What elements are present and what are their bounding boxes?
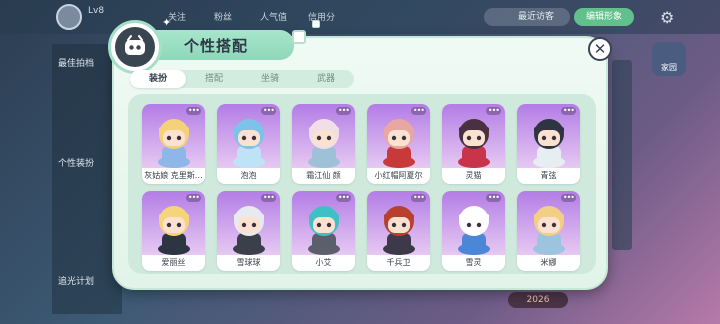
character-figure bbox=[158, 119, 190, 168]
outfit-card[interactable]: ••• 雪灵 bbox=[442, 191, 505, 271]
outfit-card[interactable]: ••• 灵猫 bbox=[442, 104, 505, 184]
more-options-icon[interactable]: ••• bbox=[335, 194, 351, 202]
outfit-grid: ••• 灰姑娘 克里斯… ••• 泡泡 ••• 霜江仙 颜 ••• 小红帽阿夏尔 ••• 灵猫 ••… bbox=[128, 94, 596, 274]
home-button[interactable]: 家园 bbox=[652, 42, 686, 76]
character-figure bbox=[308, 206, 340, 255]
more-options-icon[interactable]: ••• bbox=[335, 107, 351, 115]
outfit-card[interactable]: ••• 霜江仙 颜 bbox=[292, 104, 355, 184]
outfit-name: 小艾 bbox=[315, 258, 332, 267]
outfit-name: 爱丽丝 bbox=[161, 258, 186, 267]
right-strip bbox=[612, 60, 632, 250]
sparkle-icon: ✦ bbox=[162, 16, 172, 29]
character-figure bbox=[383, 206, 415, 255]
outfit-card[interactable]: ••• 灰姑娘 克里斯… bbox=[142, 104, 205, 184]
more-options-icon[interactable]: ••• bbox=[485, 107, 501, 115]
gear-icon[interactable]: ⚙ bbox=[660, 8, 674, 27]
outfit-card[interactable]: ••• 泡泡 bbox=[217, 104, 280, 184]
outfit-card[interactable]: ••• 雪球球 bbox=[217, 191, 280, 271]
more-options-icon[interactable]: ••• bbox=[410, 194, 426, 202]
character-figure bbox=[233, 206, 265, 255]
more-options-icon[interactable]: ••• bbox=[260, 107, 276, 115]
more-options-icon[interactable]: ••• bbox=[560, 107, 576, 115]
outfit-name: 泡泡 bbox=[240, 171, 257, 180]
more-options-icon[interactable]: ••• bbox=[560, 194, 576, 202]
outfit-card[interactable]: ••• 小红帽阿夏尔 bbox=[367, 104, 430, 184]
character-figure bbox=[158, 206, 190, 255]
tab-popularity[interactable]: 人气值 bbox=[260, 10, 287, 23]
outfit-name: 雪灵 bbox=[465, 258, 482, 267]
more-options-icon[interactable]: ••• bbox=[185, 107, 201, 115]
edit-appearance-button[interactable]: 编辑形象 bbox=[574, 8, 634, 26]
left-label-outfit: 个性装扮 bbox=[58, 159, 95, 169]
outfit-name: 米娜 bbox=[540, 258, 557, 267]
score-badge: 2026 bbox=[508, 292, 568, 308]
outfit-card[interactable]: ••• 小艾 bbox=[292, 191, 355, 271]
outfit-name: 小红帽阿夏尔 bbox=[374, 171, 423, 180]
outfit-name: 霜江仙 颜 bbox=[306, 171, 341, 180]
outfit-name: 千兵卫 bbox=[386, 258, 411, 267]
tab-match[interactable]: 搭配 bbox=[186, 70, 242, 88]
tab-mount[interactable]: 坐骑 bbox=[242, 70, 298, 88]
character-figure bbox=[458, 206, 490, 255]
outfit-card[interactable]: ••• 青弦 bbox=[517, 104, 580, 184]
character-figure bbox=[233, 119, 265, 168]
more-options-icon[interactable]: ••• bbox=[410, 107, 426, 115]
tab-costume[interactable]: 装扮 bbox=[130, 70, 186, 88]
dialog-title: 个性搭配 bbox=[184, 37, 249, 55]
outfit-dialog: 个性搭配 ✦ ✕ 装扮 搭配 坐骑 武器 ••• 灰姑娘 克里斯… ••• 泡泡 •••… bbox=[108, 16, 612, 290]
category-tabs: 装扮 搭配 坐骑 武器 bbox=[130, 70, 354, 88]
tab-weapon[interactable]: 武器 bbox=[298, 70, 354, 88]
outfit-name: 灰姑娘 克里斯… bbox=[144, 171, 203, 180]
character-figure bbox=[533, 206, 565, 255]
close-icon: ✕ bbox=[593, 39, 607, 58]
outfit-name: 青弦 bbox=[540, 171, 557, 180]
recent-visitors-button[interactable]: 最近访客 bbox=[484, 8, 570, 26]
avatar[interactable] bbox=[56, 4, 82, 30]
character-figure bbox=[533, 119, 565, 168]
more-options-icon[interactable]: ••• bbox=[260, 194, 276, 202]
level-label: Lv8 bbox=[88, 6, 105, 16]
outfit-card[interactable]: ••• 千兵卫 bbox=[367, 191, 430, 271]
outfit-card[interactable]: ••• 爱丽丝 bbox=[142, 191, 205, 271]
outfit-card[interactable]: ••• 米娜 bbox=[517, 191, 580, 271]
title-decoration bbox=[292, 30, 306, 44]
outfit-logo-icon bbox=[108, 20, 162, 74]
character-figure bbox=[308, 119, 340, 168]
more-options-icon[interactable]: ••• bbox=[485, 194, 501, 202]
tab-fans[interactable]: 粉丝 bbox=[214, 10, 232, 23]
character-figure bbox=[383, 119, 415, 168]
outfit-name: 雪球球 bbox=[236, 258, 261, 267]
outfit-name: 灵猫 bbox=[465, 171, 482, 180]
more-options-icon[interactable]: ••• bbox=[185, 194, 201, 202]
title-decoration-small bbox=[312, 20, 320, 28]
character-figure bbox=[458, 119, 490, 168]
close-button[interactable]: ✕ bbox=[588, 37, 612, 61]
left-label-partner: 最佳拍档 bbox=[58, 59, 95, 69]
left-label-chase: 追光计划 bbox=[58, 277, 95, 287]
